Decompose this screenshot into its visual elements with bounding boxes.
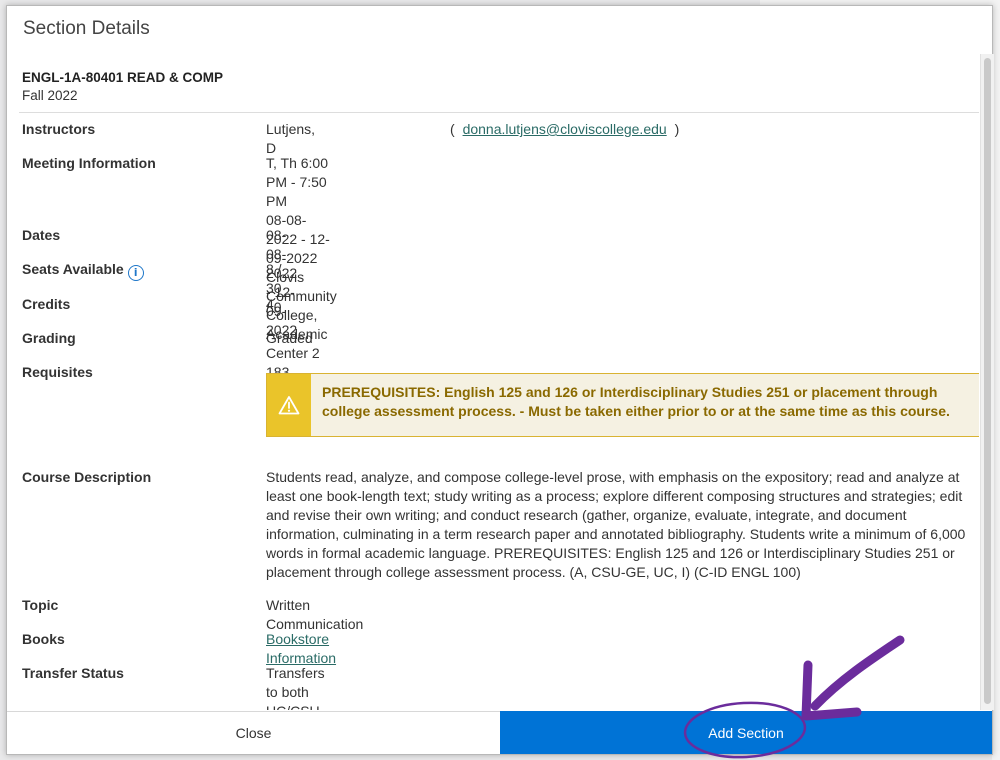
requisites-label: Requisites — [22, 364, 93, 380]
email-open-paren: ( — [450, 121, 455, 137]
transfer-label: Transfer Status — [22, 665, 124, 681]
credits-label: Credits — [22, 296, 71, 312]
instructor-name: Lutjens, D — [266, 121, 316, 156]
course-term: Fall 2022 — [22, 88, 78, 103]
instructor-email-link[interactable]: donna.lutjens@cloviscollege.edu — [463, 121, 667, 137]
email-close-paren: ) — [674, 121, 680, 137]
dialog-button-bar: Close Add Section — [7, 711, 992, 754]
prerequisite-alert-text: PREREQUISITES: English 125 and 126 or In… — [322, 384, 950, 419]
books-label: Books — [22, 631, 65, 647]
info-icon[interactable]: i — [127, 265, 144, 281]
course-code: ENGL-1A-80401 READ & COMP — [22, 70, 224, 85]
header-divider — [19, 112, 979, 113]
transfer-value: Transfers to both UC/CSU — [266, 665, 325, 710]
warning-icon — [267, 374, 311, 436]
add-section-button[interactable]: Add Section — [500, 711, 992, 754]
close-button[interactable]: Close — [7, 711, 500, 754]
bookstore-link[interactable]: Bookstore Information — [266, 630, 336, 668]
dialog-content[interactable]: ENGL-1A-80401 READ & COMP Fall 2022 Inst… — [7, 54, 979, 710]
seats-label-wrap: Seats Available i — [22, 260, 144, 281]
dates-label: Dates — [22, 227, 61, 243]
dialog-scrollbar[interactable] — [980, 54, 994, 710]
dialog-title: Section Details — [23, 18, 150, 39]
instructor-email-wrap: ( donna.lutjens@cloviscollege.edu ) — [450, 120, 679, 139]
scrollbar-thumb[interactable] — [984, 58, 991, 704]
section-details-dialog: Section Details ENGL-1A-80401 READ & COM… — [6, 5, 994, 755]
grading-value: Graded — [266, 330, 313, 346]
meeting-days-time: T, Th 6:00 PM - 7:50 PM — [266, 155, 329, 209]
course-header: ENGL-1A-80401 READ & COMP Fall 2022 — [22, 70, 223, 103]
grading-label: Grading — [22, 330, 76, 346]
description-label: Course Description — [22, 469, 152, 485]
prerequisite-alert: PREREQUISITES: English 125 and 126 or In… — [266, 373, 979, 437]
seats-label: Seats Available — [22, 261, 124, 277]
instructors-label: Instructors — [22, 121, 96, 137]
description-text: Students read, analyze, and compose coll… — [266, 469, 966, 580]
credits-value: 4 — [266, 296, 274, 312]
topic-value: Written Communication — [266, 597, 364, 632]
topic-label: Topic — [22, 597, 59, 613]
meeting-label: Meeting Information — [22, 155, 156, 171]
